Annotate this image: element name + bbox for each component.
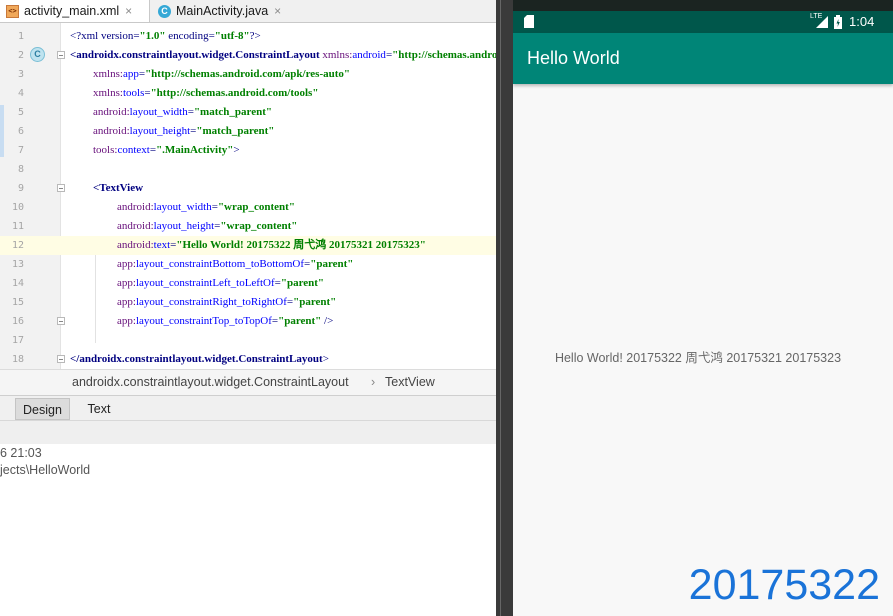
code-text: xmlns:tools="http://schemas.android.com/… xyxy=(93,87,319,99)
tab-activity-main-xml[interactable]: <> activity_main.xml × xyxy=(0,0,150,22)
code-text: <TextView xyxy=(93,182,144,194)
line-number: 12 xyxy=(11,240,24,251)
close-icon[interactable]: × xyxy=(274,4,281,18)
tab-label: activity_main.xml xyxy=(24,4,120,18)
tab-text[interactable]: Text xyxy=(76,398,122,420)
fold-icon[interactable] xyxy=(57,51,65,59)
line-number: 13 xyxy=(11,259,24,270)
sd-card-icon xyxy=(524,15,534,28)
line-number: 10 xyxy=(11,202,24,213)
code-line: 9 <TextView xyxy=(0,179,496,198)
breadcrumb-separator-icon: › xyxy=(371,375,376,389)
class-reference-icon[interactable]: C xyxy=(30,47,45,62)
code-text: android:layout_height="match_parent" xyxy=(93,125,275,137)
code-line: 13 app:layout_constraintBottom_toBottomO… xyxy=(0,255,496,274)
editor-mode-tabs: Design Text xyxy=(0,395,496,421)
line-number: 9 xyxy=(17,183,24,194)
status-time: 1:04 xyxy=(849,14,875,29)
line-number: 5 xyxy=(17,107,24,118)
xml-file-icon: <> xyxy=(6,4,19,18)
code-line: 5 android:layout_width="match_parent" xyxy=(0,103,496,122)
code-text: <androidx.constraintlayout.widget.Constr… xyxy=(70,49,496,61)
code-line: 7 tools:context=".MainActivity"> xyxy=(0,141,496,160)
line-number: 3 xyxy=(17,69,24,80)
line-number: 11 xyxy=(11,221,24,232)
breadcrumb-item-constraintlayout[interactable]: androidx.constraintlayout.widget.Constra… xyxy=(72,375,349,389)
line-number: 15 xyxy=(11,297,24,308)
tab-design[interactable]: Design xyxy=(15,398,70,420)
code-line: 10 android:layout_width="wrap_content" xyxy=(0,198,496,217)
line-number: 8 xyxy=(17,164,24,175)
log-path: jects\HelloWorld xyxy=(0,463,91,477)
breadcrumb: androidx.constraintlayout.widget.Constra… xyxy=(0,369,496,395)
signal-icon xyxy=(816,16,828,28)
code-line: 15 app:layout_constraintRight_toRightOf=… xyxy=(0,293,496,312)
editor-tab-bar: <> activity_main.xml × C MainActivity.ja… xyxy=(0,0,496,23)
event-log: 6 21:03 jects\HelloWorld xyxy=(0,444,496,616)
code-line: 1 <?xml version="1.0" encoding="utf-8"?> xyxy=(0,27,496,46)
breadcrumb-item-textview[interactable]: TextView xyxy=(385,375,435,389)
line-number: 4 xyxy=(17,88,24,99)
code-text: android:layout_width="wrap_content" xyxy=(117,201,295,213)
java-class-icon: C xyxy=(158,4,171,18)
code-text: app:layout_constraintRight_toRightOf="pa… xyxy=(117,296,337,308)
status-bar: LTE 1:04 xyxy=(513,11,893,33)
line-number: 2 xyxy=(17,50,24,61)
tool-window-header xyxy=(0,420,496,445)
code-line: 11 android:layout_height="wrap_content" xyxy=(0,217,496,236)
ide-window: <> activity_main.xml × C MainActivity.ja… xyxy=(0,0,496,616)
line-number: 1 xyxy=(17,31,24,42)
fold-icon[interactable] xyxy=(57,184,65,192)
tab-mainactivity-java[interactable]: C MainActivity.java × xyxy=(150,0,295,22)
hello-textview: Hello World! 20175322 周弋鸿 20175321 20175… xyxy=(554,351,842,365)
code-line: 16 app:layout_constraintTop_toTopOf="par… xyxy=(0,312,496,331)
tab-label: MainActivity.java xyxy=(176,4,269,18)
log-timestamp: 6 21:03 xyxy=(0,446,42,460)
code-text: xmlns:app="http://schemas.android.com/ap… xyxy=(93,68,350,80)
window-divider xyxy=(496,0,513,616)
app-title: Hello World xyxy=(527,48,620,68)
code-line: 4 xmlns:tools="http://schemas.android.co… xyxy=(0,84,496,103)
code-text: android:layout_width="match_parent" xyxy=(93,106,272,118)
code-line: 3 xmlns:app="http://schemas.android.com/… xyxy=(0,65,496,84)
code-text: <?xml version="1.0" encoding="utf-8"?> xyxy=(70,30,261,42)
line-number: 6 xyxy=(17,126,24,137)
code-text: android:text="Hello World! 20175322 周弋鸿 … xyxy=(117,239,426,251)
code-line: 14 app:layout_constraintLeft_toLeftOf="p… xyxy=(0,274,496,293)
code-line: 2 C <androidx.constraintlayout.widget.Co… xyxy=(0,46,496,65)
student-id-overlay: 20175322 xyxy=(688,561,880,609)
android-emulator-screen[interactable]: LTE 1:04 Hello World Hello World! 201753… xyxy=(513,0,893,616)
fold-icon[interactable] xyxy=(57,317,65,325)
code-text: app:layout_constraintTop_toTopOf="parent… xyxy=(117,315,334,327)
code-line: 18 </androidx.constraintlayout.widget.Co… xyxy=(0,350,496,369)
app-bar: Hello World xyxy=(513,33,893,84)
device-bezel xyxy=(513,0,893,11)
line-number: 16 xyxy=(11,316,24,327)
fold-icon[interactable] xyxy=(57,355,65,363)
code-text: app:layout_constraintBottom_toBottomOf="… xyxy=(117,258,354,270)
line-number: 18 xyxy=(11,354,24,365)
code-line: 8 xyxy=(0,160,496,179)
code-line-current: 12 android:text="Hello World! 20175322 周… xyxy=(0,236,496,255)
line-number: 17 xyxy=(11,335,24,346)
battery-icon xyxy=(834,15,842,29)
code-text: android:layout_height="wrap_content" xyxy=(117,220,298,232)
code-line: 17 xyxy=(0,331,496,350)
code-text: tools:context=".MainActivity"> xyxy=(93,144,240,156)
code-editor[interactable]: 1 <?xml version="1.0" encoding="utf-8"?>… xyxy=(0,23,496,369)
line-number: 14 xyxy=(11,278,24,289)
close-icon[interactable]: × xyxy=(125,4,132,18)
code-text: app:layout_constraintLeft_toLeftOf="pare… xyxy=(117,277,325,289)
line-number: 7 xyxy=(17,145,24,156)
code-line: 6 android:layout_height="match_parent" xyxy=(0,122,496,141)
code-text: </androidx.constraintlayout.widget.Const… xyxy=(70,353,329,365)
